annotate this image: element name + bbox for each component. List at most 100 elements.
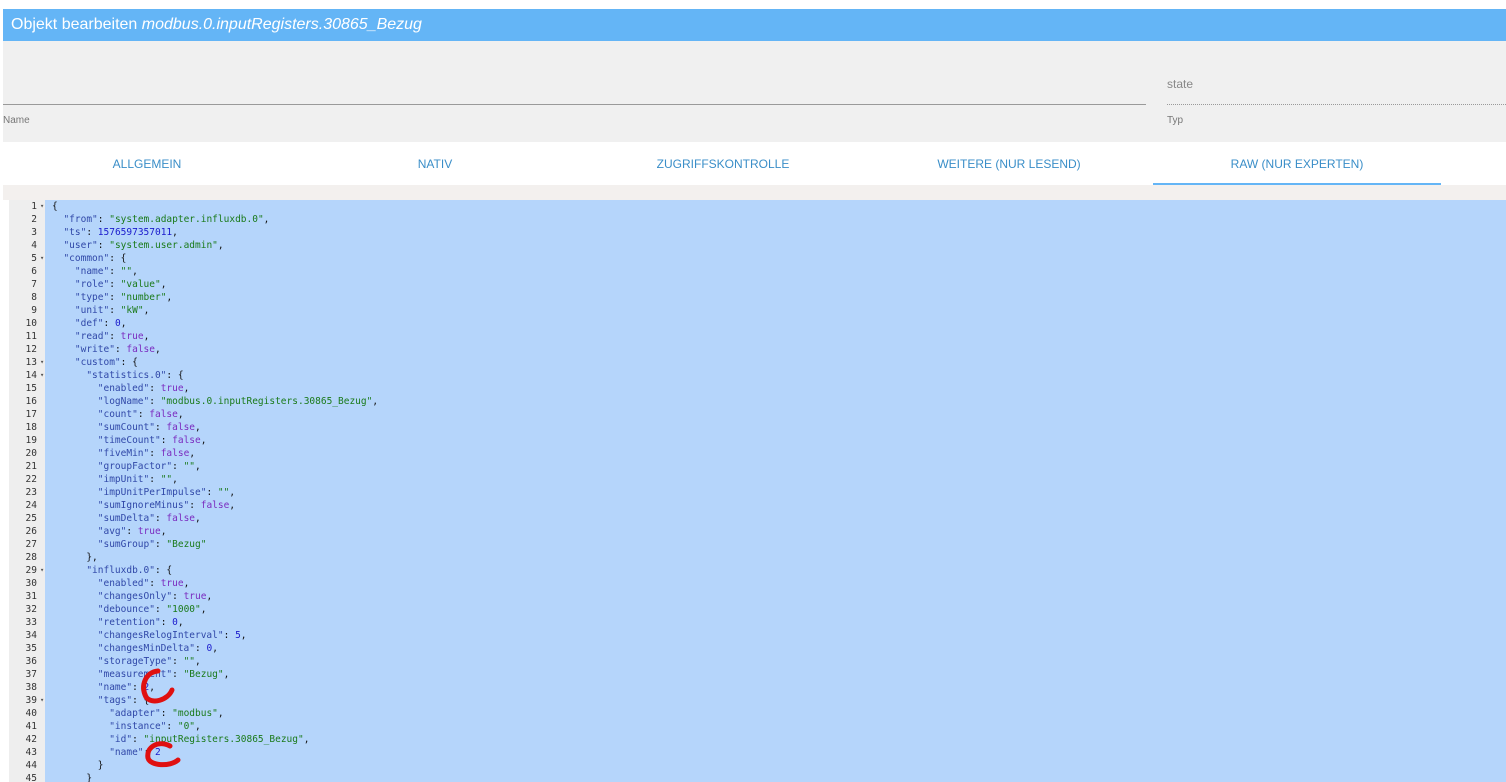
code-text: "changesRelogInterval": 5,: [97, 630, 247, 641]
line-number: 40: [25, 708, 37, 719]
line-number: 45: [25, 773, 37, 782]
code-line: 31 "changesOnly": true,: [9, 590, 1506, 603]
code-line: 7 "role": "value",: [9, 278, 1506, 291]
code-text: "name": "",: [74, 266, 138, 277]
line-number: 11: [25, 331, 37, 342]
code-line: 29 ▾ "influxdb.0": {: [9, 564, 1506, 577]
code-line: 36 "storageType": "",: [9, 655, 1506, 668]
code-line: 2 "from": "system.adapter.influxdb.0",: [9, 213, 1506, 226]
type-select[interactable]: state: [1167, 77, 1193, 91]
line-number: 25: [25, 513, 37, 524]
line-number: 41: [25, 721, 37, 732]
code-line: 23 "impUnitPerImpulse": "",: [9, 486, 1506, 499]
code-text: "statistics.0": {: [86, 370, 184, 381]
tab-zugriffskontrolle[interactable]: ZUGRIFFSKONTROLLE: [579, 142, 867, 185]
code-line: 24 "sumIgnoreMinus": false,: [9, 499, 1506, 512]
code-line: 42 "id": "inputRegisters.30865_Bezug",: [9, 733, 1506, 746]
code-line: 21 "groupFactor": "",: [9, 460, 1506, 473]
line-number: 9: [31, 305, 37, 316]
code-text: "changesOnly": true,: [97, 591, 213, 602]
code-line: 19 "timeCount": false,: [9, 434, 1506, 447]
dialog-title-object: modbus.0.inputRegisters.30865_Bezug: [141, 16, 422, 33]
code-text: }: [52, 773, 93, 782]
line-number: 16: [25, 396, 37, 407]
object-form: Name state Typ: [3, 41, 1506, 142]
line-number: 22: [25, 474, 37, 485]
code-line: 32 "debounce": "1000",: [9, 603, 1506, 616]
code-text: "sumIgnoreMinus": false,: [97, 500, 236, 511]
tab-nativ[interactable]: NATIV: [291, 142, 579, 185]
code-line: 6 "name": "",: [9, 265, 1506, 278]
line-number: 23: [25, 487, 37, 498]
tab-weitere[interactable]: WEITERE (NUR LESEND): [865, 142, 1153, 185]
code-text: "impUnit": "",: [97, 474, 178, 485]
fold-toggle-icon[interactable]: ▾: [40, 369, 44, 382]
code-line: 1 ▾ {: [9, 200, 1506, 213]
code-text: "user": "system.user.admin",: [63, 240, 224, 251]
code-text: "role": "value",: [74, 279, 167, 290]
code-text: "from": "system.adapter.influxdb.0",: [63, 214, 270, 225]
code-line: 33 "retention": 0,: [9, 616, 1506, 629]
code-text: "measurement": "Bezug",: [97, 669, 230, 680]
line-number: 28: [25, 552, 37, 563]
line-number: 21: [25, 461, 37, 472]
code-line: 26 "avg": true,: [9, 525, 1506, 538]
code-text: "name": 2: [109, 747, 161, 758]
type-field-label: Typ: [1167, 115, 1184, 126]
code-text: "read": true,: [74, 331, 150, 342]
code-line: 13 ▾ "custom": {: [9, 356, 1506, 369]
code-text: "groupFactor": "",: [97, 461, 201, 472]
line-number: 35: [25, 643, 37, 654]
line-number: 34: [25, 630, 37, 641]
line-number: 26: [25, 526, 37, 537]
line-number: 15: [25, 383, 37, 394]
code-line: 14 ▾ "statistics.0": {: [9, 369, 1506, 382]
code-text: "tags": {: [97, 695, 150, 706]
code-text: "enabled": true,: [97, 383, 190, 394]
tab-raw[interactable]: RAW (NUR EXPERTEN): [1153, 142, 1441, 185]
line-number: 10: [25, 318, 37, 329]
line-number: 24: [25, 500, 37, 511]
line-number: 27: [25, 539, 37, 550]
code-text: "impUnitPerImpulse": "",: [97, 487, 236, 498]
tab-bar: ALLGEMEIN NATIV ZUGRIFFSKONTROLLE WEITER…: [3, 142, 1506, 185]
code-line: 20 "fiveMin": false,: [9, 447, 1506, 460]
code-line: 40 "adapter": "modbus",: [9, 707, 1506, 720]
fold-toggle-icon[interactable]: ▾: [40, 564, 44, 577]
code-line: 8 "type": "number",: [9, 291, 1506, 304]
fold-toggle-icon[interactable]: ▾: [40, 252, 44, 265]
code-line: 38 "name": 2,: [9, 681, 1506, 694]
line-number: 8: [31, 292, 37, 303]
code-line: 25 "sumDelta": false,: [9, 512, 1506, 525]
dialog-title-bar: Objekt bearbeiten modbus.0.inputRegister…: [3, 9, 1506, 41]
code-text: "logName": "modbus.0.inputRegisters.3086…: [97, 396, 379, 407]
code-text: "id": "inputRegisters.30865_Bezug",: [109, 734, 310, 745]
line-number: 31: [25, 591, 37, 602]
code-text: "enabled": true,: [97, 578, 190, 589]
code-text: "def": 0,: [74, 318, 127, 329]
code-text: "timeCount": false,: [97, 435, 207, 446]
raw-json-editor[interactable]: 1 ▾{2 "from": "system.adapter.influxdb.0"…: [9, 200, 1506, 782]
name-input[interactable]: [3, 104, 1146, 105]
code-line: 12 "write": false,: [9, 343, 1506, 356]
code-text: "influxdb.0": {: [86, 565, 173, 576]
code-text: },: [52, 552, 98, 563]
line-number: 1: [31, 201, 37, 212]
code-line: 45 }: [9, 772, 1506, 782]
code-text: "storageType": "",: [97, 656, 201, 667]
line-number: 29: [25, 565, 37, 576]
code-line: 34 "changesRelogInterval": 5,: [9, 629, 1506, 642]
fold-toggle-icon[interactable]: ▾: [40, 200, 44, 213]
tab-allgemein[interactable]: ALLGEMEIN: [3, 142, 291, 185]
line-number: 43: [25, 747, 37, 758]
code-line: 30 "enabled": true,: [9, 577, 1506, 590]
code-line: 3 "ts": 1576597357011,: [9, 226, 1506, 239]
line-number: 14: [25, 370, 37, 381]
code-line: 37 "measurement": "Bezug",: [9, 668, 1506, 681]
code-text: "changesMinDelta": 0,: [97, 643, 218, 654]
fold-toggle-icon[interactable]: ▾: [40, 356, 44, 369]
line-number: 5: [31, 253, 37, 264]
fold-toggle-icon[interactable]: ▾: [40, 694, 44, 707]
code-line: 43 "name": 2: [9, 746, 1506, 759]
code-text: "unit": "kW",: [74, 305, 150, 316]
